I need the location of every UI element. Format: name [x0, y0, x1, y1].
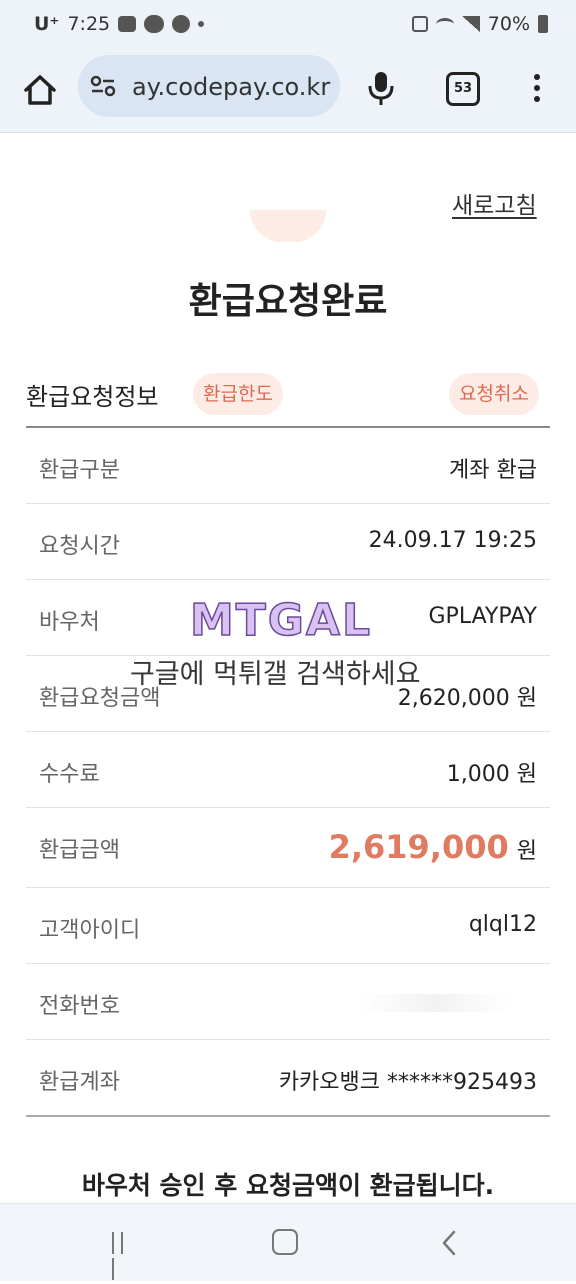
address-bar[interactable]: ay.codepay.co.kr [78, 55, 340, 117]
site-settings-icon[interactable] [90, 75, 116, 97]
row-value: qlql12 [468, 912, 537, 937]
table-row: 환급계좌 카카오뱅크 ******925493 [26, 1040, 550, 1115]
kakaotalk-notification-icon [144, 15, 165, 33]
table-row: 요청시간 24.09.17 19:25 [26, 504, 550, 580]
row-label: 전화번호 [39, 994, 120, 1019]
tab-switcher-button[interactable]: 53 [446, 72, 480, 106]
table-row: 전화번호 [26, 964, 550, 1040]
row-label: 수수료 [39, 762, 100, 787]
signal-icon [461, 16, 480, 32]
refund-amount: 2,619,000 [328, 828, 509, 866]
clock: 7:25 [67, 13, 111, 35]
row-label: 요청시간 [39, 534, 120, 559]
row-label: 고객아이디 [39, 918, 141, 943]
battery-icon [538, 15, 548, 33]
recent-apps-icon[interactable] [112, 1232, 138, 1280]
row-label: 환급계좌 [39, 1070, 120, 1095]
home-nav-icon[interactable] [272, 1229, 298, 1255]
refund-amount-value: 2,619,000 원 [329, 828, 537, 866]
watermark-logo: MTGAL [190, 595, 372, 643]
table-row: 환급구분 계좌 환급 [26, 428, 550, 504]
row-value: 카카오뱅크 ******925493 [278, 1070, 537, 1095]
cancel-request-button[interactable]: 요청취소 [449, 373, 539, 415]
system-nav-bar [0, 1203, 576, 1281]
row-value: 계좌 환급 [449, 458, 537, 483]
watermark-text: 구글에 먹튀갤 검색하세요 [130, 659, 421, 690]
row-value: 24.09.17 19:25 [368, 528, 537, 553]
microphone-icon[interactable] [366, 68, 396, 108]
more-notifications-icon [198, 21, 205, 27]
carrier-label: U⁺ [34, 13, 60, 35]
gallery-notification-icon [118, 16, 137, 32]
row-label: 환급금액 [39, 838, 120, 863]
mute-icon [411, 16, 428, 32]
redacted-phone [360, 994, 510, 1012]
refresh-link[interactable]: 새로고침 [452, 186, 537, 220]
table-row: 고객아이디 qlql12 [26, 888, 550, 964]
row-value: GPLAYPAY [428, 604, 538, 629]
status-left: U⁺ 7:25 [34, 13, 205, 35]
refund-info-table: 환급구분 계좌 환급 요청시간 24.09.17 19:25 바우처 GPLAY… [26, 426, 550, 1117]
chat-notification-icon [172, 15, 191, 33]
watermark-logo-text: MTGAL [190, 595, 372, 643]
row-label: 환급구분 [39, 458, 120, 483]
section-title: 환급요청정보 [26, 383, 159, 411]
row-value: 1,000 원 [446, 762, 537, 787]
notice-text: 바우처 승인 후 요청금액이 환급됩니다. [81, 1171, 495, 1200]
status-right: 70% [411, 13, 548, 35]
currency-unit: 원 [516, 839, 537, 864]
back-icon[interactable] [440, 1230, 458, 1256]
table-row: 환급금액 2,619,000 원 [26, 808, 550, 888]
browser-toolbar: ay.codepay.co.kr 53 [0, 52, 576, 133]
refund-limit-button[interactable]: 환급한도 [193, 373, 283, 415]
battery-percent: 70% [487, 13, 530, 35]
wifi-icon [435, 17, 454, 31]
success-icon-partial [250, 210, 326, 242]
overflow-menu-icon[interactable] [530, 70, 544, 106]
table-row: 수수료 1,000 원 [26, 732, 550, 808]
home-icon[interactable] [20, 70, 60, 110]
status-bar: U⁺ 7:25 70% [0, 0, 576, 52]
url-text[interactable]: ay.codepay.co.kr [132, 73, 330, 101]
page-title: 환급요청완료 [188, 281, 388, 322]
row-label: 바우처 [39, 610, 100, 635]
